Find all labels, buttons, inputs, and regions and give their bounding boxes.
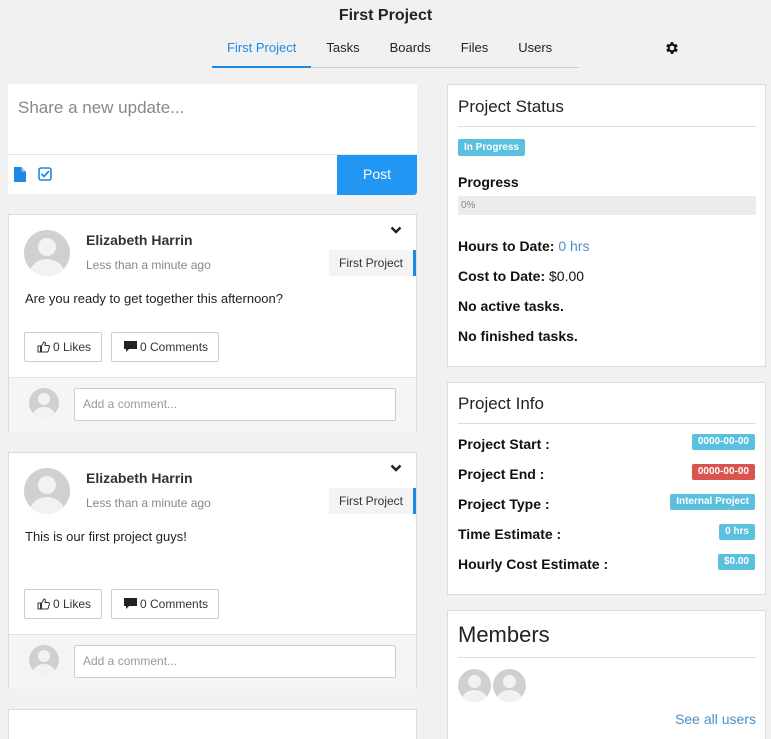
hours-to-date: Hours to Date: 0 hrs [458,238,589,254]
page-header: First Project First Project Tasks Boards… [0,0,771,70]
member-avatar[interactable] [458,669,491,702]
comment-count: 0 Comments [140,340,209,354]
post-button[interactable]: Post [337,155,417,195]
post-card: Elizabeth Harrin Less than a minute ago … [8,214,417,432]
project-status-panel: Project Status In Progress Progress 0% H… [447,84,766,367]
hours-value[interactable]: 0 hrs [558,238,589,254]
post-text: Are you ready to get together this after… [25,291,284,306]
project-info-panel: Project Info Project Start : 0000-00-00 … [447,382,766,595]
hourly-cost-label: Hourly Cost Estimate : [458,556,609,572]
cost-to-date: Cost to Date: $0.00 [458,268,584,284]
like-count: 0 Likes [53,340,92,354]
cost-value: $0.00 [549,268,585,284]
comments-button[interactable]: 0 Comments [111,589,220,619]
progress-bar: 0% [458,196,756,215]
divider [458,657,756,658]
progress-text: 0% [461,200,476,211]
avatar [24,468,70,514]
post-project-tag[interactable]: First Project [328,250,416,276]
progress-label: Progress [458,174,519,190]
gear-icon[interactable] [664,40,680,56]
panel-title: Members [458,622,550,647]
status-badge: In Progress [458,139,526,156]
thumbs-up-icon [37,598,50,610]
active-tasks: No active tasks. [458,298,564,314]
comment-area: Add a comment... [9,634,416,689]
post-card: Elizabeth Harrin Less than a minute ago … [8,452,417,689]
post-text: This is our first project guys! [25,529,187,544]
panel-title: Project Status [458,97,564,116]
time-estimate-badge: 0 hrs [719,524,755,540]
cost-label: Cost to Date: [458,268,546,284]
project-type-badge: Internal Project [670,494,755,510]
project-start-label: Project Start : [458,436,550,452]
comment-input[interactable]: Add a comment... [74,388,396,421]
member-avatar[interactable] [493,669,526,702]
project-end-label: Project End : [458,466,545,482]
tab-tasks[interactable]: Tasks [311,38,374,68]
see-all-users-link[interactable]: See all users [675,711,756,727]
thumbs-up-icon [37,341,50,353]
post-time: Less than a minute ago [86,496,211,510]
project-tabs: First Project Tasks Boards Files Users [212,38,579,68]
post-author[interactable]: Elizabeth Harrin [86,470,193,486]
divider [458,423,756,424]
panel-title: Project Info [458,394,544,413]
like-count: 0 Likes [53,597,92,611]
finished-tasks: No finished tasks. [458,328,578,344]
comments-button[interactable]: 0 Comments [111,332,220,362]
speech-bubble-icon [124,598,137,609]
update-input[interactable]: Share a new update... [18,98,184,118]
post-card [8,709,417,739]
like-button[interactable]: 0 Likes [24,589,103,619]
tab-files[interactable]: Files [446,38,503,68]
comment-area: Add a comment... [9,377,416,432]
tab-boards[interactable]: Boards [375,38,446,68]
comment-count: 0 Comments [140,597,209,611]
hourly-cost-badge: $0.00 [717,554,755,570]
post-author[interactable]: Elizabeth Harrin [86,232,193,248]
time-estimate-label: Time Estimate : [458,526,562,542]
composer-toolbar: Post [8,154,417,195]
project-start-badge: 0000-00-00 [691,434,755,450]
avatar [29,388,59,418]
post-time: Less than a minute ago [86,258,211,272]
chevron-down-icon[interactable] [390,225,402,235]
page-title: First Project [338,7,433,24]
like-button[interactable]: 0 Likes [24,332,103,362]
file-icon[interactable] [14,167,26,182]
post-project-tag[interactable]: First Project [328,488,416,514]
comment-input[interactable]: Add a comment... [74,645,396,678]
check-square-icon[interactable] [38,167,52,181]
avatar [24,230,70,276]
hours-label: Hours to Date: [458,238,555,254]
speech-bubble-icon [124,341,137,352]
chevron-down-icon[interactable] [390,463,402,473]
divider [458,126,756,127]
update-composer: Share a new update... Post [8,84,417,195]
avatar [29,645,59,675]
tab-first-project[interactable]: First Project [212,38,312,68]
tab-users[interactable]: Users [503,38,567,68]
project-end-badge: 0000-00-00 [691,464,755,480]
project-type-label: Project Type : [458,496,550,512]
members-panel: Members See all users [447,610,766,739]
